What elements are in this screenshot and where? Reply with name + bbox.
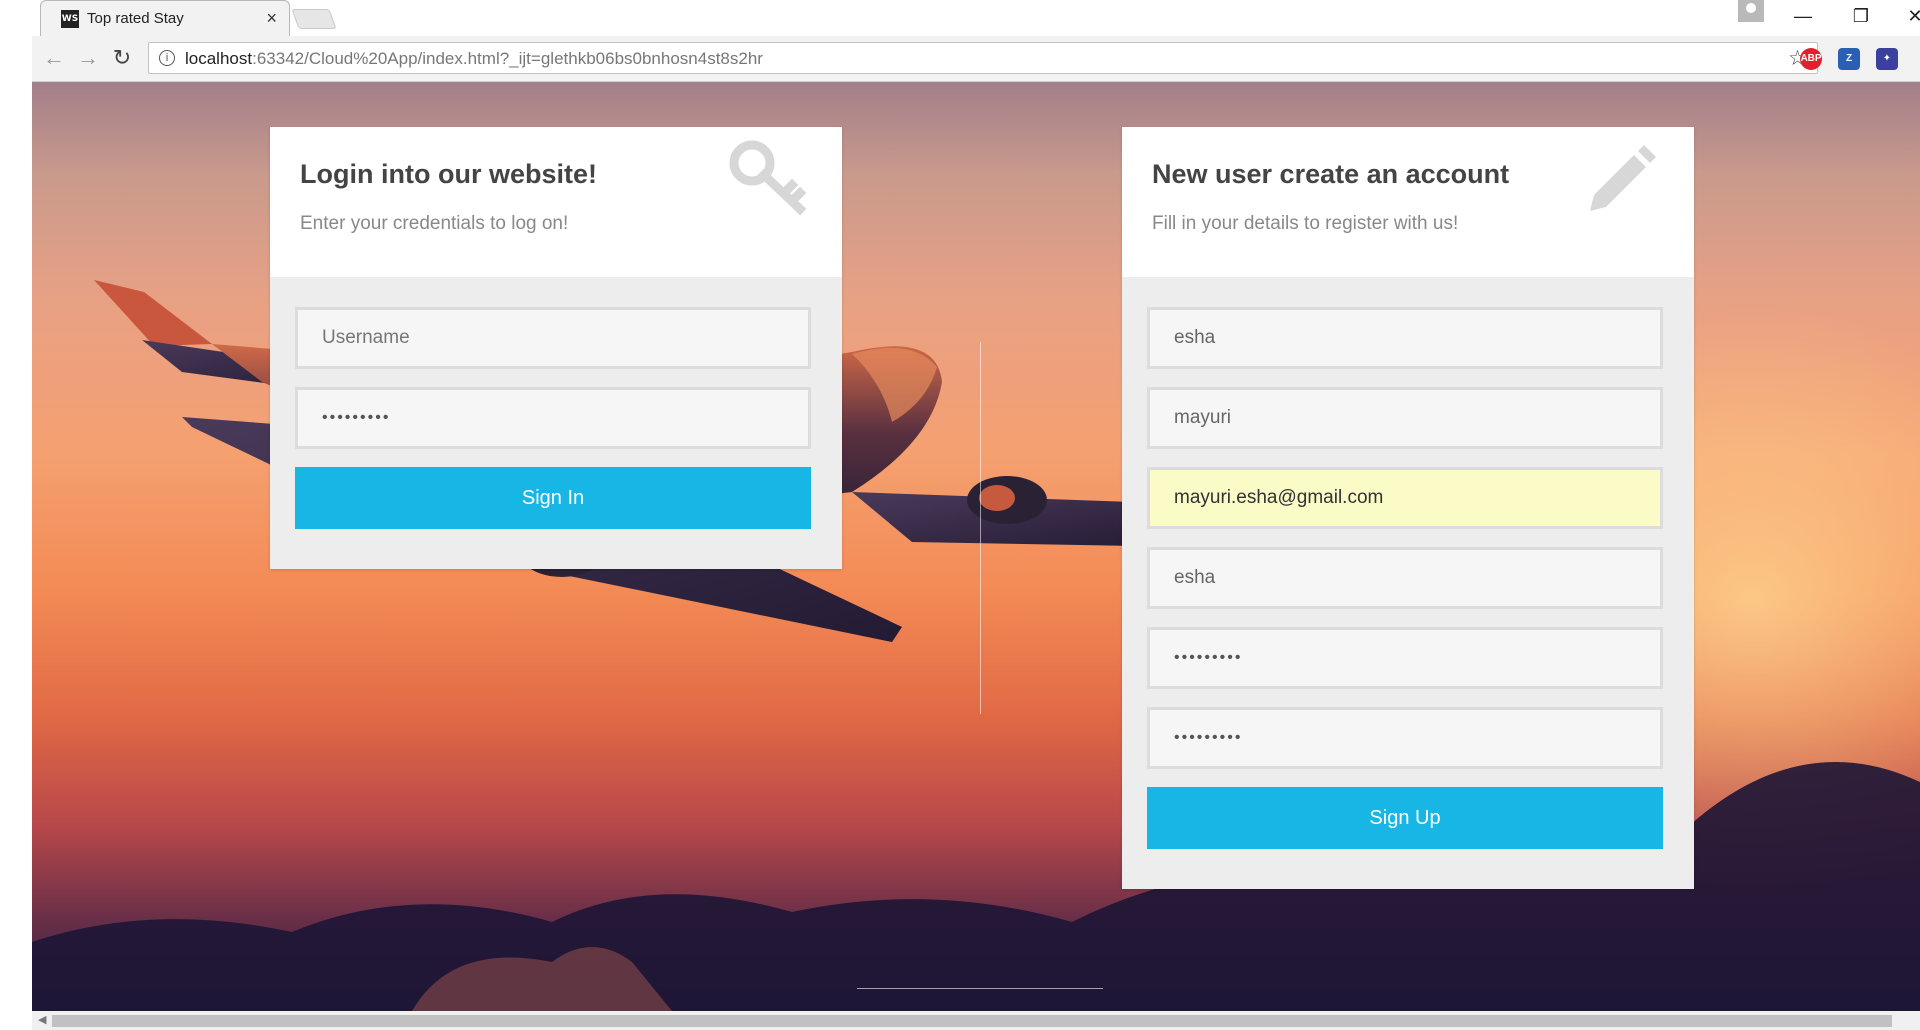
forward-button[interactable]: → (74, 45, 102, 71)
first-name-input[interactable]: esha (1147, 307, 1663, 369)
back-button[interactable]: ← (40, 45, 68, 71)
login-panel: Login into our website! Enter your crede… (270, 127, 842, 569)
browser-toolbar: ← → ↻ i localhost:63342/Cloud%20App/inde… (32, 36, 1920, 82)
webstorm-favicon-icon: WS (61, 10, 79, 28)
sign-up-button[interactable]: Sign Up (1147, 787, 1663, 849)
sign-in-button[interactable]: Sign In (295, 467, 811, 529)
restore-button[interactable]: ❐ (1846, 6, 1876, 27)
new-tab-button[interactable] (291, 9, 337, 29)
minimize-button[interactable]: — (1788, 6, 1818, 27)
register-title: New user create an account (1152, 159, 1510, 189)
login-subtitle: Enter your credentials to log on! (300, 213, 569, 234)
pencil-icon (1590, 145, 1656, 211)
confirm-password-input[interactable]: ••••••••• (1147, 707, 1663, 769)
zotero-icon[interactable]: Z (1838, 48, 1860, 70)
adblock-plus-icon[interactable]: ABP (1800, 48, 1822, 70)
tab-title: Top rated Stay (87, 10, 184, 27)
browser-tab[interactable]: WS Top rated Stay × (40, 0, 290, 36)
register-password-input[interactable]: ••••••••• (1147, 627, 1663, 689)
tab-strip: WS Top rated Stay × — ❐ ✕ (0, 0, 1920, 36)
login-header: Login into our website! Enter your crede… (270, 127, 842, 277)
window-edge (0, 36, 32, 1030)
person-icon (1746, 3, 1756, 13)
last-name-input[interactable]: mayuri (1147, 387, 1663, 449)
login-title: Login into our website! (300, 159, 597, 189)
password-input[interactable]: ••••••••• (295, 387, 811, 449)
info-icon[interactable]: i (159, 50, 175, 66)
close-window-button[interactable]: ✕ (1900, 6, 1920, 27)
profile-button[interactable] (1738, 0, 1764, 22)
register-panel: New user create an account Fill in your … (1122, 127, 1694, 889)
username-input[interactable]: Username (295, 307, 811, 369)
register-subtitle: Fill in your details to register with us… (1152, 213, 1459, 234)
extension-icon[interactable]: ✦ (1876, 48, 1898, 70)
key-icon (729, 140, 807, 216)
email-input[interactable]: mayuri.esha@gmail.com (1147, 467, 1663, 529)
divider-line-bottom (857, 988, 1103, 989)
scrollbar-thumb[interactable] (52, 1015, 1892, 1027)
scroll-left-arrow-icon[interactable]: ◀ (38, 1013, 46, 1026)
register-form: esha mayuri mayuri.esha@gmail.com esha •… (1122, 277, 1694, 889)
horizontal-scrollbar[interactable]: ◀ (32, 1011, 1920, 1030)
divider-line (980, 342, 981, 714)
register-header: New user create an account Fill in your … (1122, 127, 1694, 277)
register-username-input[interactable]: esha (1147, 547, 1663, 609)
address-bar[interactable]: i localhost:63342/Cloud%20App/index.html… (148, 42, 1818, 74)
tab-close-icon[interactable]: × (266, 8, 277, 29)
page-viewport: Login into our website! Enter your crede… (32, 82, 1920, 1011)
reload-button[interactable]: ↻ (108, 45, 136, 71)
url-text: localhost:63342/Cloud%20App/index.html?_… (185, 49, 763, 68)
login-form: Username ••••••••• Sign In (270, 277, 842, 569)
